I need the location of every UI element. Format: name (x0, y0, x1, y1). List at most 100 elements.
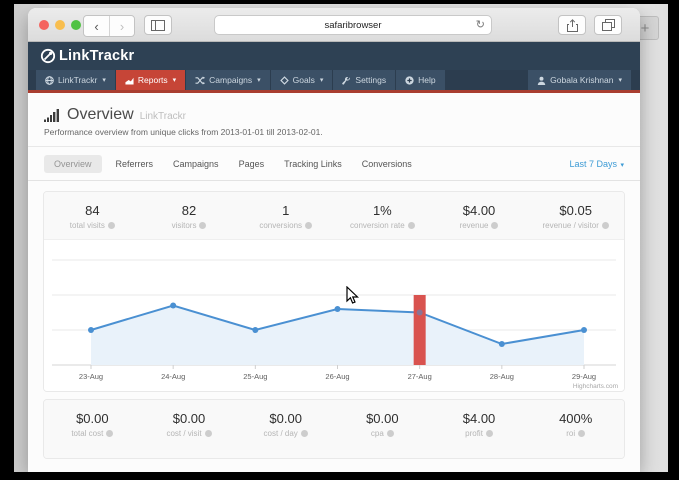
stat-profit: $4.00 profit (431, 411, 528, 438)
info-icon[interactable] (602, 222, 609, 229)
report-tabs: Overview Referrers Campaigns Pages Track… (28, 147, 640, 181)
stat-value: 1% (334, 203, 431, 218)
sidebar-icon (151, 20, 165, 31)
stat-cpa: $0.00 cpa (334, 411, 431, 438)
stat-label: total visits (70, 221, 105, 230)
svg-text:29-Aug: 29-Aug (572, 372, 596, 381)
logo-text: LinkTrackr (59, 48, 134, 64)
nav-item-campaigns[interactable]: Campaigns ▾ (186, 70, 270, 90)
stat-visitors: 82 visitors (141, 203, 238, 230)
stat-label: roi (566, 429, 575, 438)
date-range-label: Last 7 Days (569, 159, 617, 169)
stat-label: cost / visit (166, 429, 201, 438)
user-name: Gobala Krishnan (550, 75, 613, 85)
highcharts-credit: Highcharts.com (573, 383, 618, 390)
share-button[interactable] (558, 15, 586, 35)
mouse-cursor (346, 286, 359, 305)
stat-value: $4.00 (431, 203, 528, 218)
help-icon (405, 76, 414, 85)
svg-text:26-Aug: 26-Aug (325, 372, 349, 381)
svg-text:27-Aug: 27-Aug (408, 372, 432, 381)
close-window-button[interactable] (39, 20, 49, 30)
zoom-window-button[interactable] (71, 20, 81, 30)
address-bar[interactable]: safaribrowser ↻ (214, 15, 492, 35)
tab-tracking-links[interactable]: Tracking Links (284, 159, 342, 169)
nav-label: Help (418, 75, 435, 85)
nav-item-linktrackr[interactable]: LinkTrackr ▾ (36, 70, 115, 90)
info-icon[interactable] (106, 430, 113, 437)
top-stats-row: 84 total visits 82 visitors 1conversions1% co… (44, 192, 624, 239)
app-logo[interactable]: LinkTrackr (40, 48, 134, 64)
stat-label: cost / day (264, 429, 298, 438)
nav-item-settings[interactable]: Settings (333, 70, 395, 90)
forward-button[interactable]: › (109, 16, 134, 36)
stat-value: 1 (237, 203, 334, 218)
browser-window: ‹ › safaribrowser ↻ (28, 8, 640, 472)
stat-label: conversion rate (350, 221, 405, 230)
info-icon[interactable] (305, 222, 312, 229)
stat-total-visits: 84 total visits (44, 203, 141, 230)
chevron-down-icon: ▾ (173, 76, 177, 84)
nav-item-help[interactable]: Help (396, 70, 444, 90)
info-icon[interactable] (205, 430, 212, 437)
linktrackr-logo-icon (40, 48, 56, 64)
stat-label: revenue (460, 221, 489, 230)
info-icon[interactable] (578, 430, 585, 437)
user-menu[interactable]: Gobala Krishnan ▾ (528, 70, 631, 90)
info-icon[interactable] (199, 222, 206, 229)
stat-revenue-visitor: $0.05revenue / visitor (527, 203, 624, 230)
tabs-overview-button[interactable] (594, 15, 622, 35)
tabs-icon (602, 19, 615, 31)
tab-campaigns[interactable]: Campaigns (173, 159, 219, 169)
info-icon[interactable] (301, 430, 308, 437)
tab-conversions[interactable]: Conversions (362, 159, 412, 169)
stat-value: $0.00 (237, 411, 334, 426)
svg-text:23-Aug: 23-Aug (79, 372, 103, 381)
share-icon (567, 19, 578, 32)
svg-text:24-Aug: 24-Aug (161, 372, 185, 381)
stat-value: 84 (44, 203, 141, 218)
chevron-down-icon: ▾ (620, 162, 624, 169)
info-icon[interactable] (387, 430, 394, 437)
chart-canvas: 23-Aug24-Aug25-Aug26-Aug27-Aug28-Aug29-A… (44, 240, 624, 392)
stat-conversions: 1conversions (237, 203, 334, 230)
tab-pages[interactable]: Pages (239, 159, 265, 169)
nav-item-goals[interactable]: Goals ▾ (271, 70, 333, 90)
stat-conversion-rate: 1% conversion rate (334, 203, 431, 230)
page-title: Overview (67, 106, 134, 124)
info-icon[interactable] (108, 222, 115, 229)
info-icon[interactable] (486, 430, 493, 437)
stat-value: $0.00 (334, 411, 431, 426)
shuffle-icon (195, 76, 205, 85)
nav-item-reports[interactable]: Reports ▾ (116, 70, 185, 90)
back-button[interactable]: ‹ (84, 16, 109, 36)
stat-value: 400% (527, 411, 624, 426)
bottom-stats-row: $0.00total cost $0.00 cost / visit $0.00 cos… (44, 400, 624, 458)
info-icon[interactable] (408, 222, 415, 229)
stat-value: $4.00 (431, 411, 528, 426)
minimize-window-button[interactable] (55, 20, 65, 30)
reload-icon[interactable]: ↻ (476, 18, 485, 31)
stat-value: 82 (141, 203, 238, 218)
stat-label: cpa (371, 429, 384, 438)
sidebar-toggle-button[interactable] (144, 15, 172, 35)
info-icon[interactable] (491, 222, 498, 229)
tab-overview[interactable]: Overview (44, 155, 102, 173)
stat-label: visitors (172, 221, 197, 230)
chevron-down-icon: ▾ (320, 76, 324, 84)
svg-text:28-Aug: 28-Aug (490, 372, 514, 381)
date-range-dropdown[interactable]: Last 7 Days ▾ (569, 159, 624, 169)
nav-label: Reports (138, 75, 168, 85)
wrench-icon (342, 76, 351, 85)
visits-chart[interactable]: 23-Aug24-Aug25-Aug26-Aug27-Aug28-Aug29-A… (44, 239, 624, 391)
desktop-background: + ‹ › safaribrowser ↻ (14, 4, 668, 472)
stats-bars-icon (44, 109, 61, 122)
stat-label: profit (465, 429, 483, 438)
nav-label: Settings (355, 75, 386, 85)
app-navbar: LinkTrackr ▾ Reports ▾ Campaigns ▾ (28, 70, 640, 93)
tab-referrers[interactable]: Referrers (116, 159, 154, 169)
goal-diamond-icon (280, 76, 289, 85)
nav-label: LinkTrackr (58, 75, 97, 85)
stat-total-cost: $0.00total cost (44, 411, 141, 438)
page-subtitle: Performance overview from unique clicks … (44, 127, 624, 137)
